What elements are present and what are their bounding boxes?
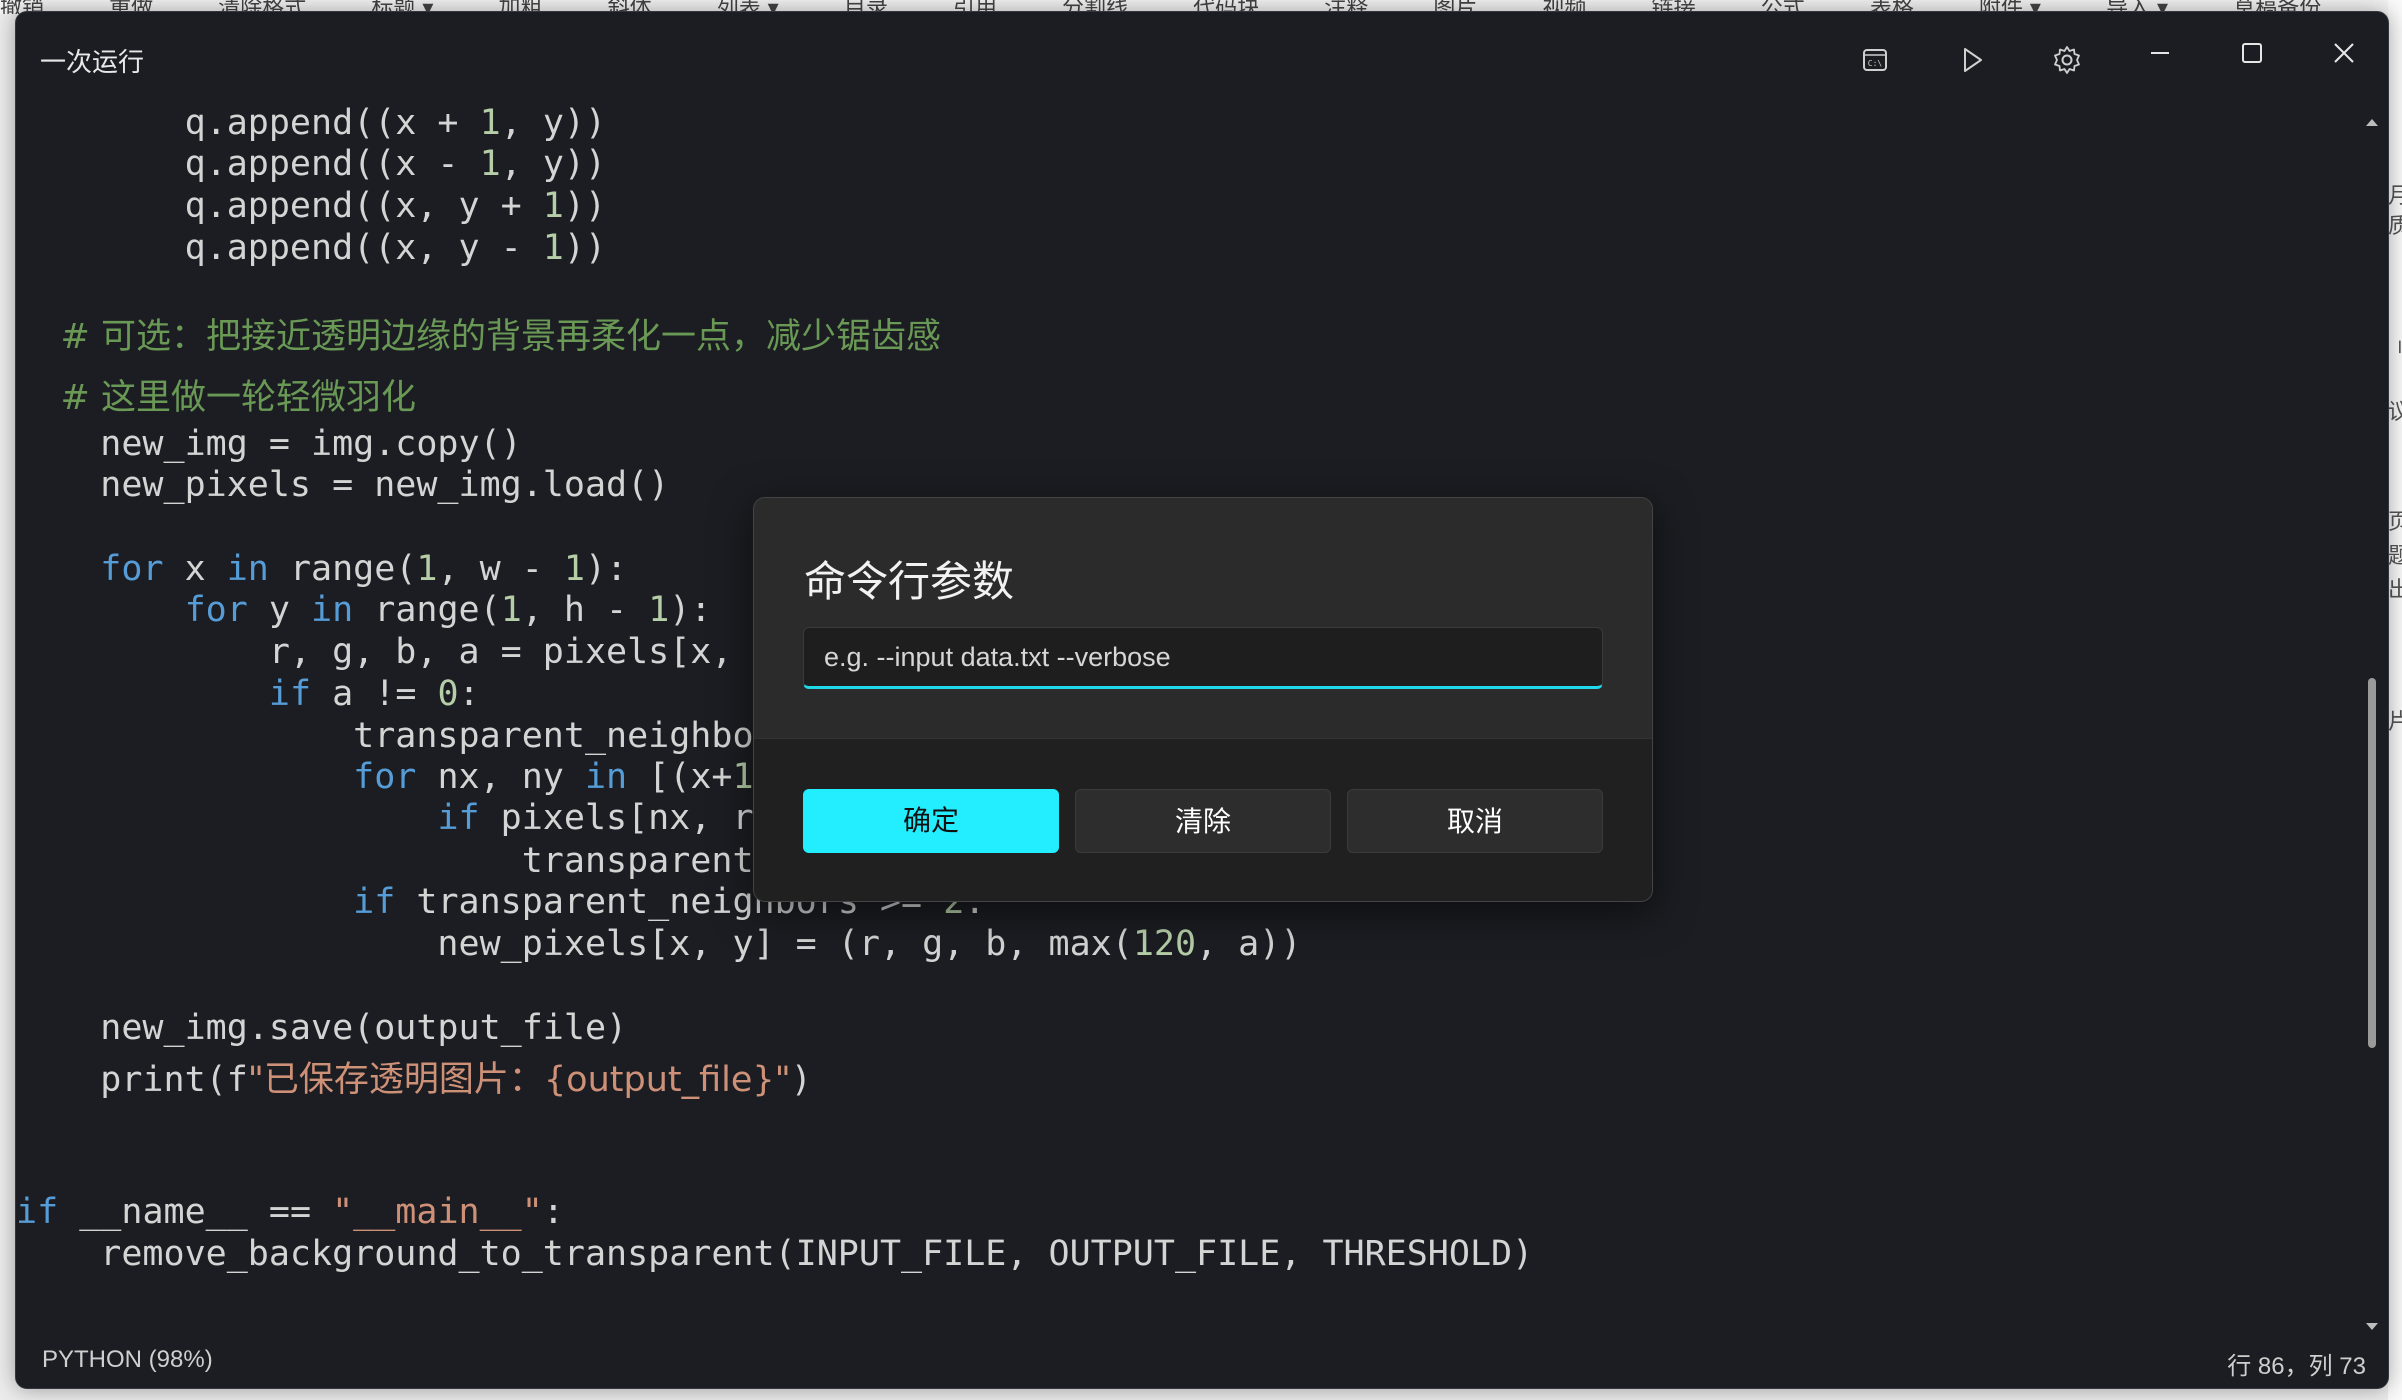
svg-text:C:\: C:\	[1868, 59, 1883, 68]
bg-side-fragment: 月	[2388, 184, 2402, 209]
command-args-dialog: 命令行参数 确定 清除 取消	[753, 497, 1653, 902]
code-line: new_img.save(output_file)	[16, 1008, 628, 1048]
background-sidebar: 月 质 刂 议 页 题 出 片	[2388, 0, 2402, 1400]
code-line: for x in range(1, w - 1):	[100, 549, 628, 589]
code-line: q.append((x + 1, y))	[16, 103, 607, 143]
code-line: for y in range(1, h - 1):	[184, 590, 712, 630]
code-line: if pixels[nx, r	[437, 798, 754, 838]
code-line: q.append((x, y + 1))	[16, 186, 607, 226]
confirm-button[interactable]: 确定	[803, 789, 1059, 853]
dialog-footer: 确定 清除 取消	[754, 738, 1652, 901]
cursor-position[interactable]: 行 86，列 73	[2227, 1346, 2366, 1381]
bg-side-fragment: 片	[2388, 710, 2402, 735]
scroll-up-icon[interactable]	[2362, 112, 2382, 132]
code-line: for nx, ny in [(x+1	[353, 757, 754, 797]
code-line: remove_background_to_transparent(INPUT_F…	[16, 1234, 1534, 1274]
bg-side-fragment: 刂	[2388, 338, 2402, 363]
run-icon[interactable]	[1952, 40, 1992, 80]
scrollbar-thumb[interactable]	[2368, 678, 2376, 1049]
gear-icon[interactable]	[2047, 40, 2087, 80]
code-comment-line: # 这里做一轮轻微羽化	[16, 378, 416, 418]
close-icon[interactable]	[2314, 28, 2374, 78]
code-line: if __name__ == "__main__":	[16, 1192, 564, 1232]
bg-side-fragment: 页	[2388, 510, 2402, 535]
clear-button[interactable]: 清除	[1075, 789, 1331, 853]
bg-side-fragment: 题	[2388, 544, 2402, 569]
bg-side-fragment: 议	[2388, 400, 2402, 425]
code-line: transparent_neighbo	[16, 716, 754, 756]
code-line: q.append((x - 1, y))	[16, 144, 607, 184]
dialog-title: 命令行参数	[804, 557, 1015, 606]
code-line: new_pixels[x, y] = (r, g, b, max(120, a)…	[16, 924, 1302, 964]
window-title: 一次运行	[40, 47, 145, 77]
terminal-icon[interactable]: C:\	[1855, 40, 1895, 80]
minimize-icon[interactable]	[2130, 28, 2190, 78]
vertical-scrollbar[interactable]	[2362, 112, 2382, 1337]
code-line: print(f"已保存透明图片：{output_file}")	[16, 1060, 812, 1100]
code-line: q.append((x, y - 1))	[16, 228, 607, 268]
maximize-icon[interactable]	[2222, 28, 2282, 78]
code-line: r, g, b, a = pixels[x,	[16, 632, 733, 672]
dialog-body: 命令行参数	[754, 498, 1652, 738]
title-bar[interactable]: 一次运行 C:\	[16, 12, 2388, 102]
language-status[interactable]: PYTHON (98%)	[42, 1346, 213, 1374]
status-bar: PYTHON (98%) 行 86，列 73	[16, 1332, 2388, 1388]
code-line: new_pixels = new_img.load()	[16, 465, 670, 505]
cancel-button[interactable]: 取消	[1347, 789, 1603, 853]
code-line: if a != 0:	[268, 674, 480, 714]
code-comment-line: # 可选：把接近透明边缘的背景再柔化一点，减少锯齿感	[16, 317, 941, 357]
bg-side-fragment: 质	[2388, 214, 2402, 239]
command-args-input[interactable]	[803, 627, 1603, 689]
bg-side-fragment: 出	[2388, 578, 2402, 603]
code-line: new_img = img.copy()	[16, 424, 522, 464]
